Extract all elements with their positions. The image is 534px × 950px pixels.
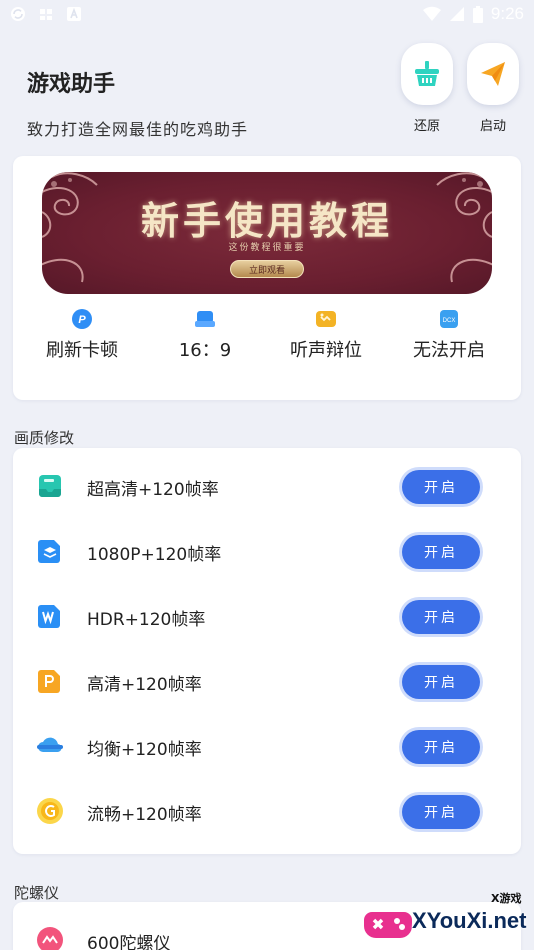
list-item: 高清+120帧率 开启 xyxy=(13,648,521,712)
tutorial-card: 新手使用教程 这份教程很重要 立即观看 P 刷新卡顿 16：9 听声辩位 DCX… xyxy=(13,156,521,400)
site-watermark: X游戏 XYouXi.net xyxy=(364,888,534,950)
list-item: HDR+120帧率 开启 xyxy=(13,583,521,647)
enable-button[interactable]: 开启 xyxy=(402,795,480,829)
enable-button[interactable]: 开启 xyxy=(402,535,480,569)
enable-button[interactable]: 开启 xyxy=(402,730,480,764)
quick-action-label: 刷新卡顿 xyxy=(46,340,118,361)
enable-button[interactable]: 开启 xyxy=(402,600,480,634)
banner-subtitle: 这份教程很重要 xyxy=(228,243,306,253)
ratio-icon xyxy=(195,311,215,327)
banner-title: 新手使用教程 xyxy=(140,198,393,243)
quick-actions: P 刷新卡顿 16：9 听声辩位 DCX 无法开启 xyxy=(13,306,521,376)
watch-now-button[interactable]: 立即观看 xyxy=(230,260,304,278)
app-subtitle: 致力打造全网最佳的吃鸡助手 xyxy=(27,120,249,139)
signal-icon xyxy=(449,7,464,21)
ppt-icon xyxy=(38,670,60,693)
list-item: 超高清+120帧率 开启 xyxy=(13,453,521,517)
list-item: 1080P+120帧率 开启 xyxy=(13,518,521,582)
quality-list: 超高清+120帧率 开启 1080P+120帧率 开启 HDR+120帧率 开启… xyxy=(13,448,521,854)
font-icon xyxy=(67,7,81,21)
list-item: 流畅+120帧率 开启 xyxy=(13,778,521,842)
list-item: 均衡+120帧率 开启 xyxy=(13,713,521,777)
docx-icon: DCX xyxy=(440,310,458,328)
enable-button[interactable]: 开启 xyxy=(402,665,480,699)
sync-icon xyxy=(11,7,25,21)
watermark-text: XYouXi.net xyxy=(412,908,527,933)
status-bar: 9:26 xyxy=(0,0,534,28)
coin-icon xyxy=(37,798,63,824)
launch-label: 启动 xyxy=(479,119,506,134)
gamepad-logo-icon xyxy=(364,912,412,938)
quick-action-label: 无法开启 xyxy=(413,340,485,361)
row-label: 1080P+120帧率 xyxy=(87,545,222,565)
app-title: 游戏助手 xyxy=(27,72,116,97)
section-title-gyro: 陀螺仪 xyxy=(14,884,60,902)
watermark-small-text: X游戏 xyxy=(491,892,522,905)
quick-action-label: 听声辩位 xyxy=(290,340,362,361)
clock: 9:26 xyxy=(490,4,524,23)
sound-icon xyxy=(316,311,336,327)
svg-text:DCX: DCX xyxy=(443,318,456,324)
row-label: 超高清+120帧率 xyxy=(87,480,219,500)
quick-action-refresh[interactable]: P 刷新卡顿 xyxy=(27,306,137,362)
row-label: 流畅+120帧率 xyxy=(87,805,202,825)
quick-action-label: 16：9 xyxy=(178,340,232,361)
layers-icon xyxy=(38,540,60,563)
row-label: 高清+120帧率 xyxy=(87,675,202,695)
row-label: 均衡+120帧率 xyxy=(87,740,202,760)
paper-plane-icon xyxy=(481,62,505,86)
inbox-icon xyxy=(39,475,61,497)
section-title-quality: 画质修改 xyxy=(14,429,75,447)
quick-action-sound[interactable]: 听声辩位 xyxy=(271,306,381,362)
restore-label: 还原 xyxy=(413,119,440,134)
basket-icon xyxy=(415,61,439,86)
gyro-icon xyxy=(37,927,63,950)
restore-button[interactable]: 还原 xyxy=(400,43,454,134)
p-circle-icon: P xyxy=(72,309,92,329)
enable-button[interactable]: 开启 xyxy=(402,470,480,504)
word-icon xyxy=(38,605,60,628)
wifi-icon xyxy=(422,6,441,22)
row-label: 600陀螺仪 xyxy=(87,934,171,950)
cloud-icon xyxy=(37,737,63,753)
quick-action-ratio[interactable]: 16：9 xyxy=(150,306,260,362)
quick-action-cannot-open[interactable]: DCX 无法开启 xyxy=(394,306,504,362)
battery-icon xyxy=(472,5,483,23)
tutorial-banner[interactable]: 新手使用教程 这份教程很重要 立即观看 xyxy=(42,172,492,294)
svg-text:P: P xyxy=(78,314,86,326)
launch-button[interactable]: 启动 xyxy=(466,43,520,134)
row-label: HDR+120帧率 xyxy=(87,610,206,630)
app-icon xyxy=(40,9,52,20)
